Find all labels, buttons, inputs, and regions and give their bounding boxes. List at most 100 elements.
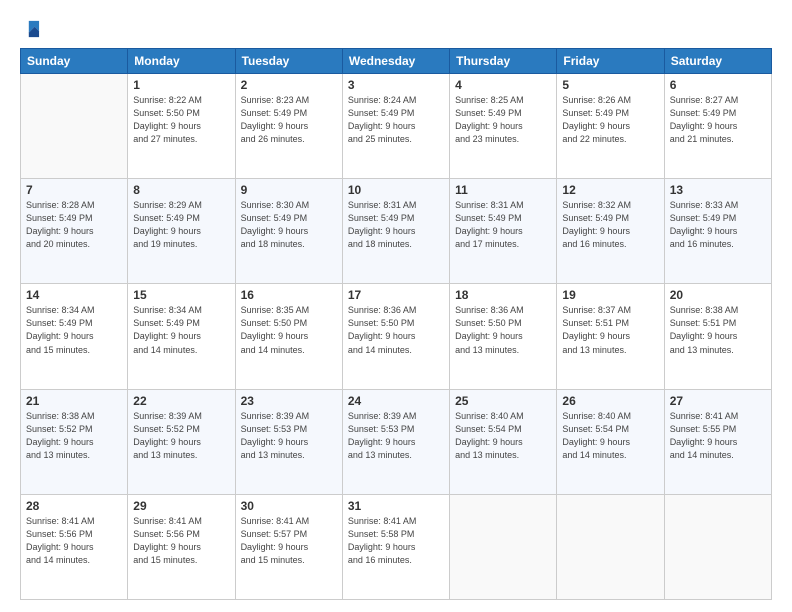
calendar-cell: 4Sunrise: 8:25 AM Sunset: 5:49 PM Daylig… bbox=[450, 74, 557, 179]
day-number: 21 bbox=[26, 394, 122, 408]
weekday-header-friday: Friday bbox=[557, 49, 664, 74]
weekday-header-thursday: Thursday bbox=[450, 49, 557, 74]
logo-icon bbox=[20, 18, 42, 40]
day-number: 9 bbox=[241, 183, 337, 197]
day-number: 5 bbox=[562, 78, 658, 92]
day-number: 28 bbox=[26, 499, 122, 513]
day-number: 27 bbox=[670, 394, 766, 408]
calendar-cell: 1 Sunrise: 8:22 AM Sunset: 5:50 PM Daylig… bbox=[128, 74, 235, 179]
day-number: 31 bbox=[348, 499, 444, 513]
calendar-cell: 17 Sunrise: 8:36 AM Sunset: 5:50 PM Dayli… bbox=[342, 284, 449, 389]
calendar-cell: 3 Sunrise: 8:24 AM Sunset: 5:49 PM Daylig… bbox=[342, 74, 449, 179]
day-info: Sunrise: 8:24 AM Sunset: 5:49 PM Dayligh… bbox=[348, 94, 444, 146]
day-info: Sunrise: 8:41 AM Sunset: 5:56 PM Dayligh… bbox=[133, 515, 229, 567]
day-info: Sunrise: 8:28 AM Sunset: 5:49 PM Dayligh… bbox=[26, 199, 122, 251]
day-number: 17 bbox=[348, 288, 444, 302]
day-number: 22 bbox=[133, 394, 229, 408]
day-info: Sunrise: 8:23 AM Sunset: 5:49 PM Dayligh… bbox=[241, 94, 337, 146]
week-row-1: 7 Sunrise: 8:28 AM Sunset: 5:49 PM Daylig… bbox=[21, 179, 772, 284]
day-number: 3 bbox=[348, 78, 444, 92]
calendar-cell bbox=[21, 74, 128, 179]
day-info: Sunrise: 8:31 AM Sunset: 5:49 PM Dayligh… bbox=[348, 199, 444, 251]
calendar-cell: 22 Sunrise: 8:39 AM Sunset: 5:52 PM Dayli… bbox=[128, 389, 235, 494]
day-info: Sunrise: 8:38 AM Sunset: 5:51 PM Dayligh… bbox=[670, 304, 766, 356]
day-number: 15 bbox=[133, 288, 229, 302]
calendar-cell: 8 Sunrise: 8:29 AM Sunset: 5:49 PM Daylig… bbox=[128, 179, 235, 284]
calendar-cell: 7 Sunrise: 8:28 AM Sunset: 5:49 PM Daylig… bbox=[21, 179, 128, 284]
day-info: Sunrise: 8:39 AM Sunset: 5:53 PM Dayligh… bbox=[241, 410, 337, 462]
day-info: Sunrise: 8:39 AM Sunset: 5:52 PM Dayligh… bbox=[133, 410, 229, 462]
day-number: 26 bbox=[562, 394, 658, 408]
day-number: 23 bbox=[241, 394, 337, 408]
day-info: Sunrise: 8:36 AM Sunset: 5:50 PM Dayligh… bbox=[348, 304, 444, 356]
day-info: Sunrise: 8:22 AM Sunset: 5:50 PM Dayligh… bbox=[133, 94, 229, 146]
day-info: Sunrise: 8:41 AM Sunset: 5:57 PM Dayligh… bbox=[241, 515, 337, 567]
calendar-cell bbox=[450, 494, 557, 599]
calendar-cell: 16Sunrise: 8:35 AM Sunset: 5:50 PM Dayli… bbox=[235, 284, 342, 389]
day-info: Sunrise: 8:30 AM Sunset: 5:49 PM Dayligh… bbox=[241, 199, 337, 251]
calendar-cell: 30Sunrise: 8:41 AM Sunset: 5:57 PM Dayli… bbox=[235, 494, 342, 599]
day-info: Sunrise: 8:29 AM Sunset: 5:49 PM Dayligh… bbox=[133, 199, 229, 251]
day-info: Sunrise: 8:35 AM Sunset: 5:50 PM Dayligh… bbox=[241, 304, 337, 356]
day-info: Sunrise: 8:36 AM Sunset: 5:50 PM Dayligh… bbox=[455, 304, 551, 356]
calendar-cell: 11 Sunrise: 8:31 AM Sunset: 5:49 PM Dayli… bbox=[450, 179, 557, 284]
day-info: Sunrise: 8:38 AM Sunset: 5:52 PM Dayligh… bbox=[26, 410, 122, 462]
calendar-cell: 10 Sunrise: 8:31 AM Sunset: 5:49 PM Dayli… bbox=[342, 179, 449, 284]
calendar-cell: 31Sunrise: 8:41 AM Sunset: 5:58 PM Dayli… bbox=[342, 494, 449, 599]
calendar-cell bbox=[664, 494, 771, 599]
day-number: 1 bbox=[133, 78, 229, 92]
week-row-3: 21 Sunrise: 8:38 AM Sunset: 5:52 PM Dayli… bbox=[21, 389, 772, 494]
day-info: Sunrise: 8:41 AM Sunset: 5:55 PM Dayligh… bbox=[670, 410, 766, 462]
weekday-header-monday: Monday bbox=[128, 49, 235, 74]
day-info: Sunrise: 8:40 AM Sunset: 5:54 PM Dayligh… bbox=[455, 410, 551, 462]
calendar-cell: 20 Sunrise: 8:38 AM Sunset: 5:51 PM Dayli… bbox=[664, 284, 771, 389]
calendar-cell: 23 Sunrise: 8:39 AM Sunset: 5:53 PM Dayli… bbox=[235, 389, 342, 494]
calendar-cell: 13 Sunrise: 8:33 AM Sunset: 5:49 PM Dayli… bbox=[664, 179, 771, 284]
calendar-cell: 29 Sunrise: 8:41 AM Sunset: 5:56 PM Dayli… bbox=[128, 494, 235, 599]
day-number: 20 bbox=[670, 288, 766, 302]
day-info: Sunrise: 8:33 AM Sunset: 5:49 PM Dayligh… bbox=[670, 199, 766, 251]
day-number: 14 bbox=[26, 288, 122, 302]
weekday-header-saturday: Saturday bbox=[664, 49, 771, 74]
day-info: Sunrise: 8:31 AM Sunset: 5:49 PM Dayligh… bbox=[455, 199, 551, 251]
calendar-cell: 25 Sunrise: 8:40 AM Sunset: 5:54 PM Dayli… bbox=[450, 389, 557, 494]
day-number: 7 bbox=[26, 183, 122, 197]
weekday-header-tuesday: Tuesday bbox=[235, 49, 342, 74]
day-number: 13 bbox=[670, 183, 766, 197]
calendar-cell: 14 Sunrise: 8:34 AM Sunset: 5:49 PM Dayli… bbox=[21, 284, 128, 389]
day-number: 29 bbox=[133, 499, 229, 513]
day-number: 8 bbox=[133, 183, 229, 197]
calendar-cell: 21 Sunrise: 8:38 AM Sunset: 5:52 PM Dayli… bbox=[21, 389, 128, 494]
day-info: Sunrise: 8:32 AM Sunset: 5:49 PM Dayligh… bbox=[562, 199, 658, 251]
day-number: 12 bbox=[562, 183, 658, 197]
header bbox=[20, 18, 772, 40]
day-number: 11 bbox=[455, 183, 551, 197]
week-row-2: 14 Sunrise: 8:34 AM Sunset: 5:49 PM Dayli… bbox=[21, 284, 772, 389]
calendar-cell: 2Sunrise: 8:23 AM Sunset: 5:49 PM Daylig… bbox=[235, 74, 342, 179]
calendar-cell: 24Sunrise: 8:39 AM Sunset: 5:53 PM Dayli… bbox=[342, 389, 449, 494]
week-row-4: 28 Sunrise: 8:41 AM Sunset: 5:56 PM Dayli… bbox=[21, 494, 772, 599]
day-number: 19 bbox=[562, 288, 658, 302]
calendar-table: SundayMondayTuesdayWednesdayThursdayFrid… bbox=[20, 48, 772, 600]
calendar-cell: 19 Sunrise: 8:37 AM Sunset: 5:51 PM Dayli… bbox=[557, 284, 664, 389]
day-info: Sunrise: 8:27 AM Sunset: 5:49 PM Dayligh… bbox=[670, 94, 766, 146]
calendar-cell: 26 Sunrise: 8:40 AM Sunset: 5:54 PM Dayli… bbox=[557, 389, 664, 494]
weekday-header-wednesday: Wednesday bbox=[342, 49, 449, 74]
calendar-cell: 27 Sunrise: 8:41 AM Sunset: 5:55 PM Dayli… bbox=[664, 389, 771, 494]
day-number: 6 bbox=[670, 78, 766, 92]
calendar-cell: 18Sunrise: 8:36 AM Sunset: 5:50 PM Dayli… bbox=[450, 284, 557, 389]
day-info: Sunrise: 8:34 AM Sunset: 5:49 PM Dayligh… bbox=[26, 304, 122, 356]
calendar-cell: 6 Sunrise: 8:27 AM Sunset: 5:49 PM Daylig… bbox=[664, 74, 771, 179]
day-number: 25 bbox=[455, 394, 551, 408]
calendar-cell: 5 Sunrise: 8:26 AM Sunset: 5:49 PM Daylig… bbox=[557, 74, 664, 179]
calendar-cell: 28Sunrise: 8:41 AM Sunset: 5:56 PM Dayli… bbox=[21, 494, 128, 599]
day-info: Sunrise: 8:26 AM Sunset: 5:49 PM Dayligh… bbox=[562, 94, 658, 146]
day-info: Sunrise: 8:40 AM Sunset: 5:54 PM Dayligh… bbox=[562, 410, 658, 462]
calendar-cell bbox=[557, 494, 664, 599]
page: SundayMondayTuesdayWednesdayThursdayFrid… bbox=[0, 0, 792, 612]
day-number: 10 bbox=[348, 183, 444, 197]
weekday-header-sunday: Sunday bbox=[21, 49, 128, 74]
day-info: Sunrise: 8:37 AM Sunset: 5:51 PM Dayligh… bbox=[562, 304, 658, 356]
logo bbox=[20, 18, 46, 40]
day-info: Sunrise: 8:25 AM Sunset: 5:49 PM Dayligh… bbox=[455, 94, 551, 146]
